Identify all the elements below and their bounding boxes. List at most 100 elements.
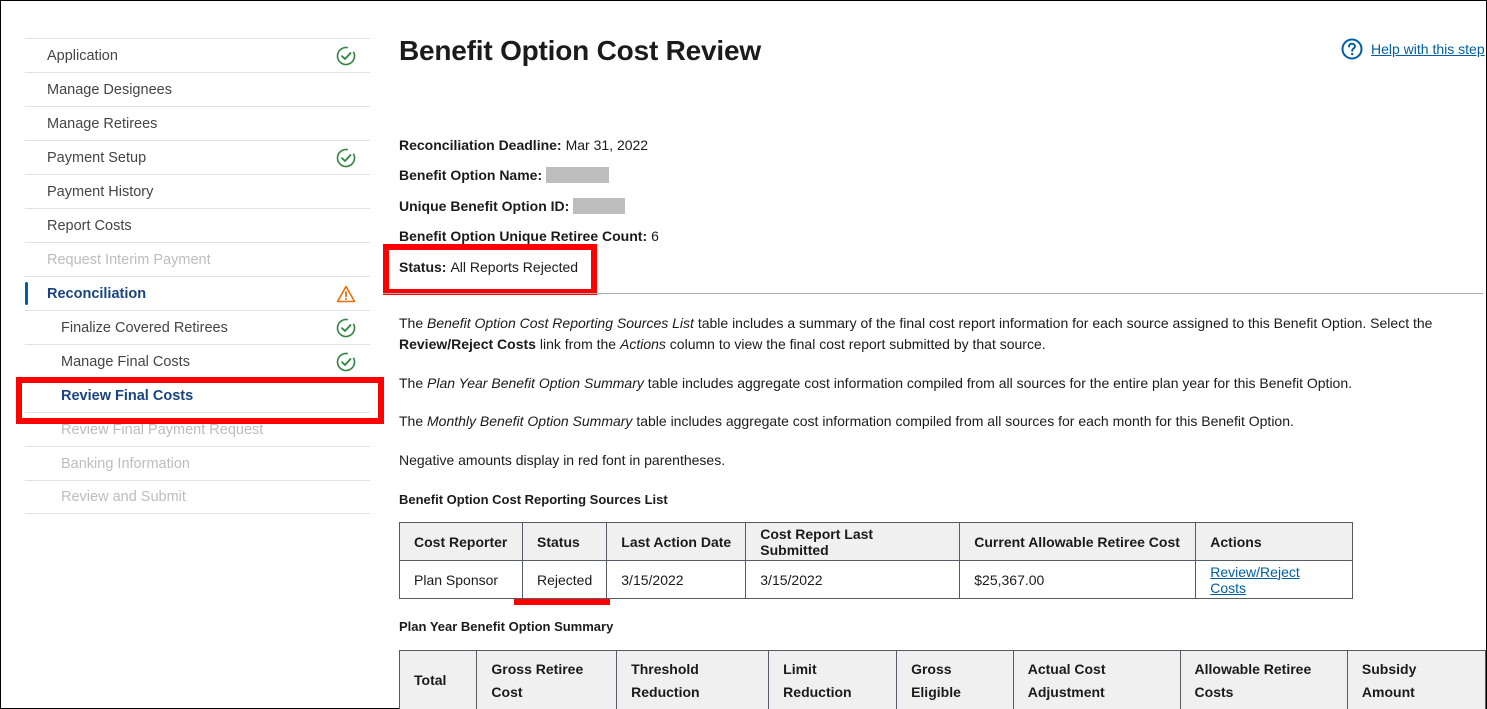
text: link from the — [535, 336, 620, 352]
check-circle-icon — [336, 318, 356, 338]
col-actions: Actions — [1195, 522, 1354, 561]
count-label: Benefit Option Unique Retiree Count: — [399, 228, 648, 244]
sidebar-item-finalize-covered-retirees[interactable]: Finalize Covered Retirees — [25, 310, 370, 344]
sidebar-item-label: Request Interim Payment — [47, 251, 211, 268]
check-circle-icon — [336, 148, 356, 168]
sidebar-item-payment-setup[interactable]: Payment Setup — [25, 140, 370, 174]
count-value: 6 — [651, 228, 659, 244]
col-cost-report-last-submitted: Cost Report Last Submitted — [745, 522, 961, 561]
col-current-allowable-retiree-cost: Current Allowable Retiree Cost — [959, 522, 1197, 561]
plan-year-summary-table: Total Gross Retiree Cost Threshold Reduc… — [398, 650, 1487, 709]
id-label: Unique Benefit Option ID: — [399, 198, 570, 214]
sidebar-item-reconciliation[interactable]: Reconciliation — [25, 276, 370, 310]
sidebar-item-label: Finalize Covered Retirees — [61, 319, 228, 336]
col-subsidy-amount: Subsidy Amount — [1346, 650, 1487, 709]
sidebar-item-label: Report Costs — [47, 217, 132, 234]
sidebar-item-label: Reconciliation — [47, 285, 147, 302]
text-italic: Monthly Benefit Option Summary — [427, 413, 633, 429]
sidebar-item-review-final-costs[interactable]: Review Final Costs — [25, 378, 370, 412]
cell-current-allowable-cost: $25,367.00 — [959, 560, 1197, 599]
text-italic: Plan Year Benefit Option Summary — [427, 375, 644, 391]
col-status: Status — [521, 522, 608, 561]
sidebar-item-manage-retirees[interactable]: Manage Retirees — [25, 106, 370, 140]
text: table includes a summary of the final co… — [693, 315, 1433, 331]
help-link-label[interactable]: Help with this step — [1371, 41, 1485, 57]
col-total: Total — [398, 650, 478, 709]
sidebar-item-label: Review Final Payment Request — [61, 421, 264, 438]
unique-retiree-count: Benefit Option Unique Retiree Count: 6 — [399, 228, 659, 244]
sidebar-item-manage-final-costs[interactable]: Manage Final Costs — [25, 344, 370, 378]
intro-paragraph-plan-year: The Plan Year Benefit Option Summary tab… — [399, 373, 1469, 394]
sidebar-nav: Application Manage Designees Manage Reti… — [25, 38, 370, 514]
status-label: Status: — [399, 259, 447, 275]
sidebar-item-label: Review and Submit — [61, 489, 186, 505]
section-divider — [383, 293, 1483, 294]
text: table includes aggregate cost informatio… — [643, 375, 1353, 391]
sources-table-caption: Benefit Option Cost Reporting Sources Li… — [399, 492, 668, 507]
status-value: All Reports Rejected — [450, 259, 579, 275]
current-section-indicator — [25, 282, 28, 305]
redacted-name-value — [546, 167, 610, 183]
overall-status: Status: All Reports Rejected — [399, 259, 578, 275]
cell-last-submitted: 3/15/2022 — [745, 560, 961, 599]
col-last-action-date: Last Action Date — [606, 522, 747, 561]
sidebar-item-label: Payment Setup — [47, 149, 147, 166]
page-title: Benefit Option Cost Review — [399, 35, 761, 66]
text: The — [399, 413, 428, 429]
deadline-label: Reconciliation Deadline: — [399, 137, 562, 153]
sources-table: Cost Reporter Status Last Action Date Co… — [399, 522, 1354, 599]
cell-cost-reporter: Plan Sponsor — [399, 560, 523, 599]
check-circle-icon — [336, 352, 356, 372]
sidebar-item-label: Review Final Costs — [61, 387, 194, 404]
sidebar-item-request-interim-payment: Request Interim Payment — [25, 242, 370, 276]
text-bold: Review/Reject Costs — [399, 336, 536, 352]
text: column to view the final cost report sub… — [665, 336, 1046, 352]
col-actual-cost-adjustment: Actual Cost Adjustment — [1012, 650, 1181, 709]
deadline-value: Mar 31, 2022 — [565, 137, 649, 153]
redacted-id-value — [573, 198, 626, 214]
cell-status: Rejected — [521, 560, 608, 599]
intro-paragraph-sources: The Benefit Option Cost Reporting Source… — [399, 313, 1459, 355]
col-threshold-reduction: Threshold Reduction — [616, 650, 770, 709]
cell-last-action-date: 3/15/2022 — [606, 560, 747, 599]
review-reject-costs-link[interactable]: Review/Reject Costs — [1210, 564, 1299, 596]
sidebar-item-banking-information: Banking Information — [25, 446, 370, 480]
sidebar-item-review-final-payment-request: Review Final Payment Request — [25, 412, 370, 446]
col-gross-eligible: Gross Eligible — [896, 650, 1014, 709]
col-limit-reduction: Limit Reduction — [768, 650, 898, 709]
reconciliation-deadline: Reconciliation Deadline: Mar 31, 2022 — [399, 137, 648, 153]
check-circle-icon — [336, 46, 356, 66]
warning-icon — [336, 285, 356, 303]
help-link[interactable]: Help with this step — [1341, 38, 1485, 60]
text: The — [399, 315, 428, 331]
sidebar-item-label: Manage Designees — [47, 81, 172, 98]
name-label: Benefit Option Name: — [399, 167, 543, 183]
unique-benefit-option-id: Unique Benefit Option ID: — [399, 198, 626, 214]
text-italic: Benefit Option Cost Reporting Sources Li… — [427, 315, 694, 331]
negative-amounts-note: Negative amounts display in red font in … — [399, 452, 726, 468]
table-row: Plan Sponsor Rejected 3/15/2022 3/15/202… — [399, 560, 1354, 599]
cell-actions: Review/Reject Costs — [1195, 560, 1354, 599]
text: table includes aggregate cost informatio… — [632, 413, 1294, 429]
sidebar-item-payment-history[interactable]: Payment History — [25, 174, 370, 208]
sidebar-item-report-costs[interactable]: Report Costs — [25, 208, 370, 242]
text: The — [399, 375, 428, 391]
sidebar-item-label: Application — [47, 47, 118, 64]
text-italic: Actions — [619, 336, 666, 352]
col-cost-reporter: Cost Reporter — [399, 522, 523, 561]
table-header-row: Total Gross Retiree Cost Threshold Reduc… — [398, 650, 1487, 709]
intro-paragraph-monthly: The Monthly Benefit Option Summary table… — [399, 411, 1469, 432]
sidebar-item-application[interactable]: Application — [25, 38, 370, 72]
col-allowable-retiree-costs: Allowable Retiree Costs — [1179, 650, 1348, 709]
table-header-row: Cost Reporter Status Last Action Date Co… — [399, 522, 1354, 561]
sidebar-item-label: Manage Final Costs — [61, 353, 190, 370]
col-gross-retiree-cost: Gross Retiree Cost — [476, 650, 618, 709]
summary-table-caption: Plan Year Benefit Option Summary — [399, 619, 614, 634]
question-circle-icon — [1341, 38, 1363, 60]
sidebar-item-label: Manage Retirees — [47, 115, 158, 132]
sidebar-item-label: Banking Information — [61, 455, 190, 472]
sidebar-item-manage-designees[interactable]: Manage Designees — [25, 72, 370, 106]
sidebar-item-label: Payment History — [47, 183, 154, 200]
benefit-option-name: Benefit Option Name: — [399, 167, 610, 183]
sidebar-item-review-and-submit: Review and Submit — [25, 480, 370, 514]
